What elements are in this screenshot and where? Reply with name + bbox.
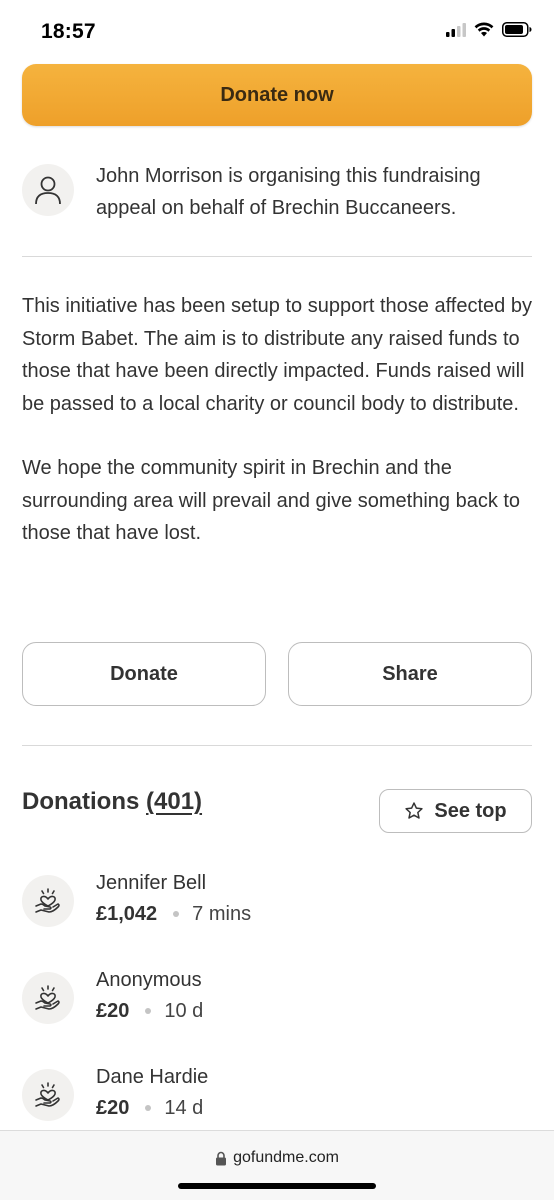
donation-amount: £20 xyxy=(96,1097,130,1119)
lock-icon xyxy=(216,1151,227,1165)
donation-meta: £20 10 d xyxy=(96,998,203,1024)
divider xyxy=(22,745,532,746)
cellular-signal-icon xyxy=(446,22,466,37)
browser-address-bar[interactable]: gofundme.com xyxy=(0,1130,554,1200)
donation-time: 14 d xyxy=(164,1097,204,1119)
story-paragraph: We hope the community spirit in Brechin … xyxy=(22,457,521,544)
donation-item: Dane Hardie £20 14 d xyxy=(22,1064,532,1124)
donate-button[interactable]: Donate xyxy=(22,642,266,706)
separator-dot xyxy=(145,1008,152,1014)
status-bar: 18:57 xyxy=(0,0,554,62)
donor-name: Jennifer Bell xyxy=(96,872,207,894)
donation-item: Anonymous £20 10 d xyxy=(22,967,532,1027)
donation-amount: £20 xyxy=(96,1000,130,1022)
donation-meta: £20 14 d xyxy=(96,1095,203,1121)
donation-avatar xyxy=(22,875,74,927)
heart-hand-icon xyxy=(35,985,60,1010)
heart-hand-icon xyxy=(35,1082,60,1107)
campaign-story: This initiative has been setup to suppor… xyxy=(22,290,532,550)
divider xyxy=(22,256,532,257)
star-icon xyxy=(405,802,424,819)
see-top-label: See top xyxy=(434,799,507,822)
donations-count-link[interactable]: (401) xyxy=(146,788,202,815)
story-paragraph: This initiative has been setup to suppor… xyxy=(22,295,532,415)
status-time: 18:57 xyxy=(41,20,96,43)
separator-dot xyxy=(145,1105,152,1111)
donation-time: 7 mins xyxy=(192,903,252,925)
url-text: gofundme.com xyxy=(233,1149,339,1166)
status-icons xyxy=(446,22,532,37)
url-display[interactable]: gofundme.com xyxy=(0,1149,554,1167)
donate-now-button[interactable]: Donate now xyxy=(22,64,532,126)
see-top-button[interactable]: See top xyxy=(379,789,532,833)
home-indicator[interactable] xyxy=(178,1183,376,1189)
donation-amount: £1,042 xyxy=(96,903,158,925)
donor-name: Anonymous xyxy=(96,969,202,991)
donation-item: Jennifer Bell £1,042 7 mins xyxy=(22,870,532,930)
share-button[interactable]: Share xyxy=(288,642,532,706)
donation-time: 10 d xyxy=(164,1000,204,1022)
donations-title: Donations xyxy=(22,788,140,815)
wifi-icon xyxy=(474,22,494,37)
donation-avatar xyxy=(22,972,74,1024)
organiser-text: John Morrison is organising this fundrai… xyxy=(96,165,481,219)
donations-heading: Donations (401) xyxy=(22,788,202,816)
donor-name: Dane Hardie xyxy=(96,1066,209,1088)
user-icon xyxy=(35,176,61,205)
battery-icon xyxy=(502,22,532,37)
heart-hand-icon xyxy=(35,888,60,913)
donation-meta: £1,042 7 mins xyxy=(96,901,251,927)
donation-avatar xyxy=(22,1069,74,1121)
organiser-info: John Morrison is organising this fundrai… xyxy=(22,160,532,224)
organiser-avatar xyxy=(22,164,74,216)
separator-dot xyxy=(173,911,180,917)
